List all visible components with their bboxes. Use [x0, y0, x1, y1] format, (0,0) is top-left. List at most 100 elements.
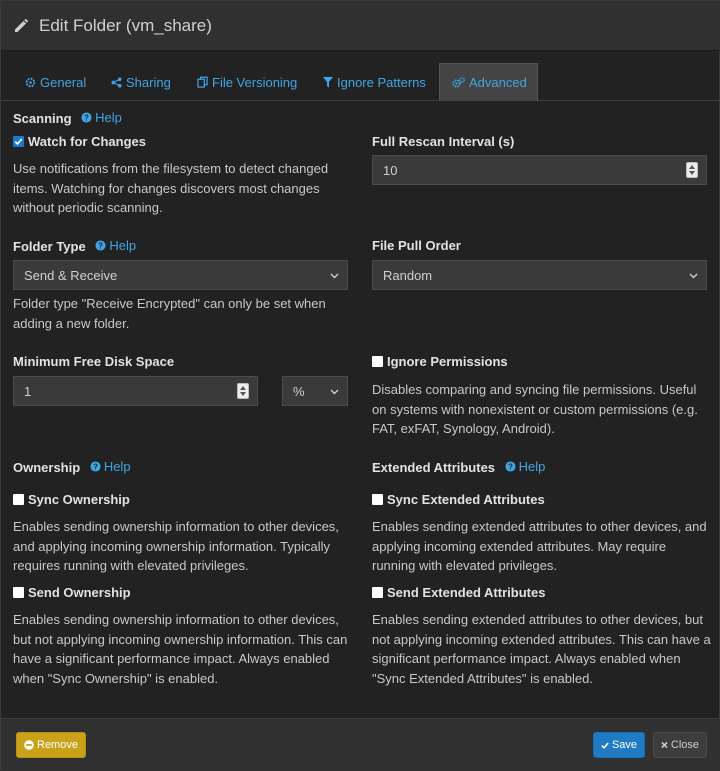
tab-advanced-label: Advanced [469, 75, 527, 90]
tab-bar: General Sharing File Versioning Ignore P… [1, 63, 720, 101]
checkbox-unchecked-icon [13, 494, 24, 505]
filter-icon [323, 76, 333, 88]
ownership-label: Ownership [13, 460, 81, 475]
tab-ignore-patterns[interactable]: Ignore Patterns [311, 63, 438, 101]
modal-footer: Remove Save Close [1, 718, 720, 771]
folder-type-select[interactable]: Send & Receive [13, 260, 348, 290]
save-button[interactable]: Save [593, 732, 645, 758]
sync-xattrs-checkbox[interactable]: Sync Extended Attributes [372, 492, 545, 507]
ignore-permissions-description: Disables comparing and syncing file perm… [372, 380, 717, 439]
description-line: running with elevated privileges. [372, 558, 557, 573]
tab-advanced[interactable]: Advanced [439, 63, 538, 101]
share-icon [111, 76, 122, 88]
checkbox-checked-icon [13, 136, 24, 147]
send-xattrs-description: Enables sending extended attributes to o… [372, 610, 717, 688]
description-line: Enables sending ownership information to… [13, 519, 339, 534]
xattrs-help-label: Help [518, 459, 546, 474]
min-disk-input[interactable]: 1 [13, 376, 258, 406]
question-circle-icon: ? [90, 461, 101, 472]
folder-type-help-label: Help [109, 238, 137, 253]
file-pull-order-select[interactable]: Random [372, 260, 707, 290]
close-button[interactable]: Close [653, 732, 707, 758]
save-button-label: Save [611, 739, 637, 751]
question-circle-icon: ? [81, 112, 92, 123]
svg-text:?: ? [508, 462, 513, 471]
description-line: but not applying incoming ownership info… [13, 631, 348, 647]
sync-ownership-label: Sync Ownership [28, 492, 130, 507]
description-line: Enables sending extended attributes to o… [372, 519, 707, 534]
scanning-help-label: Help [95, 110, 122, 125]
description-line: on systems with nonexistent or custom pe… [372, 401, 698, 417]
folder-type-help-link[interactable]: ? Help [95, 238, 136, 253]
scanning-help-link[interactable]: ? Help [81, 110, 122, 125]
description-line: significant performance impact. Always e… [372, 651, 681, 666]
ownership-help-label: Help [103, 459, 131, 474]
description-line: "Sync Extended Attributes" is enabled. [372, 670, 593, 686]
sync-xattrs-label: Sync Extended Attributes [387, 492, 545, 507]
chevron-down-icon [689, 273, 698, 279]
svg-text:?: ? [93, 462, 98, 471]
edit-folder-modal: Edit Folder (vm_share) General Sharing F… [0, 0, 720, 771]
description-line: not applying incoming extended attribute… [372, 631, 711, 647]
tab-file-versioning[interactable]: File Versioning [185, 63, 309, 101]
description-line: without periodic scanning. [13, 200, 163, 215]
files-icon [197, 76, 208, 88]
min-disk-value: 1 [24, 383, 32, 399]
send-xattrs-label: Send Extended Attributes [387, 585, 546, 600]
description-line: have a significant performance impact. A… [13, 651, 330, 666]
checkbox-unchecked-icon [372, 356, 383, 367]
tab-ignore-patterns-label: Ignore Patterns [337, 74, 426, 90]
rescan-interval-value: 10 [383, 162, 398, 178]
question-circle-icon: ? [505, 461, 516, 472]
send-xattrs-checkbox[interactable]: Send Extended Attributes [372, 585, 545, 600]
rescan-interval-input[interactable]: 10 [372, 155, 707, 185]
tab-general-label: General [40, 74, 87, 90]
tab-sharing[interactable]: Sharing [99, 63, 183, 101]
modal-header: Edit Folder (vm_share) [1, 1, 720, 51]
description-line: Enables sending extended attributes to o… [372, 612, 703, 627]
file-pull-order-value: Random [383, 267, 433, 283]
remove-button[interactable]: Remove [16, 732, 86, 758]
folder-type-note: Folder type "Receive Encrypted" can only… [13, 294, 353, 333]
spinner-icon[interactable] [686, 162, 698, 178]
xattrs-help-link[interactable]: ? Help [505, 459, 546, 474]
xattrs-label: Extended Attributes [372, 460, 496, 475]
min-disk-unit-select[interactable]: % [282, 376, 348, 406]
ignore-permissions-label: Ignore Permissions [387, 354, 508, 369]
description-line: Use notifications from the filesystem to… [13, 161, 329, 176]
min-disk-unit-value: % [293, 383, 305, 399]
description-line: Enables sending ownership information to… [13, 612, 339, 627]
check-icon [601, 742, 609, 749]
ownership-help-link[interactable]: ? Help [90, 459, 131, 474]
svg-text:?: ? [98, 241, 103, 250]
modal-title: Edit Folder (vm_share) [39, 15, 212, 35]
note-line: adding a new folder. [13, 315, 130, 331]
close-icon [661, 741, 668, 749]
tab-general[interactable]: General [13, 63, 98, 101]
checkbox-unchecked-icon [372, 494, 383, 505]
question-circle-icon: ? [95, 240, 106, 251]
spinner-icon[interactable] [237, 383, 249, 399]
ignore-permissions-checkbox[interactable]: Ignore Permissions [372, 354, 508, 369]
folder-type-label-row: Folder Type ? Help [13, 238, 136, 254]
gear-icon [25, 77, 36, 88]
description-line: applying incoming extended attributes. M… [372, 538, 667, 554]
scanning-label-row: Scanning ? Help [13, 110, 122, 126]
chevron-down-icon [330, 389, 339, 395]
tab-file-versioning-label: File Versioning [212, 74, 298, 90]
sync-xattrs-description: Enables sending extended attributes to o… [372, 517, 717, 576]
note-line: Folder type "Receive Encrypted" can only… [13, 296, 326, 311]
rescan-interval-label: Full Rescan Interval (s) [372, 134, 515, 149]
cogs-icon [452, 77, 465, 88]
send-ownership-description: Enables sending ownership information to… [13, 610, 358, 688]
description-line: items. Watching for changes discovers mo… [13, 180, 320, 196]
chevron-down-icon [330, 273, 339, 279]
sync-ownership-checkbox[interactable]: Sync Ownership [13, 492, 130, 507]
min-disk-label: Minimum Free Disk Space [13, 354, 175, 369]
file-pull-order-label: File Pull Order [372, 238, 461, 253]
send-ownership-checkbox[interactable]: Send Ownership [13, 585, 131, 600]
tab-sharing-label: Sharing [126, 74, 171, 90]
checkbox-unchecked-icon [372, 587, 383, 598]
watch-for-changes-checkbox[interactable]: Watch for Changes [13, 134, 146, 149]
description-line: FAT, exFAT, Synology, Android). [372, 421, 555, 436]
